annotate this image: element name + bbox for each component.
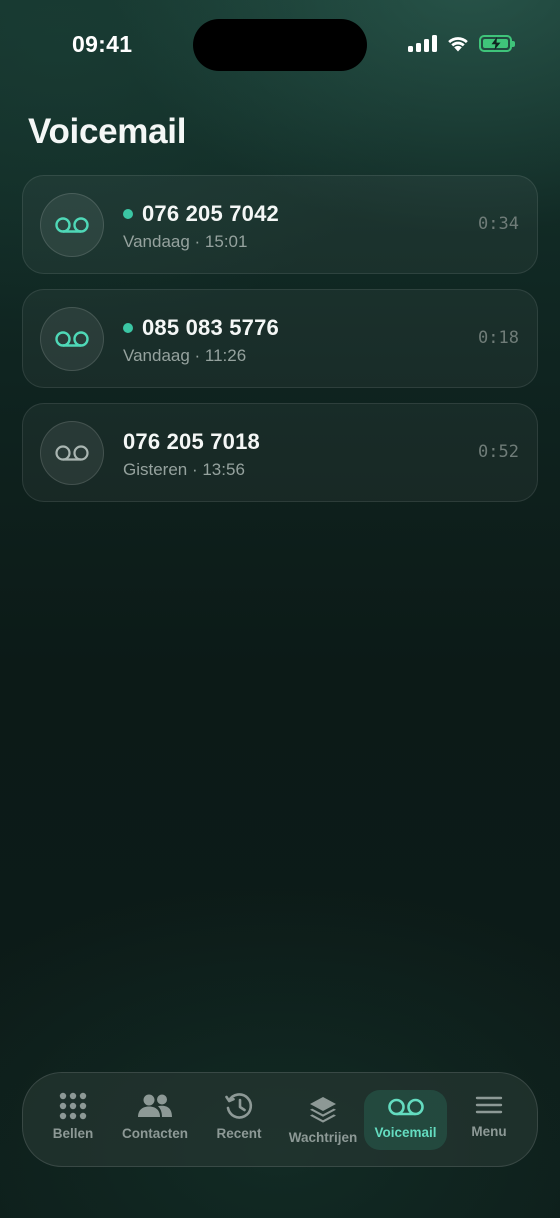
wifi-icon	[448, 37, 468, 52]
history-icon	[225, 1093, 253, 1119]
voicemail-duration: 0:18	[478, 328, 519, 348]
voicemail-avatar	[40, 193, 104, 257]
tab-bar: Bellen Contacten Recent Wachtrijen Voice…	[22, 1072, 538, 1167]
voicemail-duration: 0:52	[478, 442, 519, 462]
voicemail-item[interactable]: 076 205 7018 Gisteren · 13:56 0:52	[22, 403, 538, 502]
tab-label: Bellen	[52, 1126, 94, 1141]
voicemail-timestamp: Vandaag · 15:01	[123, 232, 248, 251]
battery-charging-icon	[479, 34, 515, 52]
cellular-signal-icon	[408, 34, 437, 52]
tab-wachtrijen[interactable]: Wachtrijen	[281, 1090, 365, 1150]
voicemail-item[interactable]: 076 205 7042 Vandaag · 15:01 0:34	[22, 175, 538, 274]
voicemail-list: 076 205 7042 Vandaag · 15:01 0:34 085 08…	[22, 175, 538, 517]
tab-label: Contacten	[121, 1126, 188, 1141]
caller-number: 076 205 7042	[142, 200, 279, 226]
layers-icon	[310, 1097, 336, 1123]
tab-label: Voicemail	[374, 1125, 437, 1140]
tab-label: Wachtrijen	[288, 1130, 358, 1145]
unread-indicator	[123, 322, 133, 333]
voicemail-duration: 0:34	[478, 214, 519, 234]
tab-contacten[interactable]: Contacten	[113, 1090, 197, 1150]
contacts-icon	[138, 1094, 172, 1117]
caller-number: 076 205 7018	[123, 428, 260, 454]
caller-number: 085 083 5776	[142, 314, 279, 340]
unread-indicator	[123, 208, 133, 219]
menu-icon	[475, 1096, 503, 1114]
keypad-icon	[59, 1092, 87, 1120]
voicemail-timestamp: Gisteren · 13:56	[123, 460, 245, 479]
voicemail-icon	[55, 445, 89, 461]
voicemail-icon	[387, 1098, 424, 1116]
tab-label: Recent	[216, 1126, 262, 1141]
voicemail-avatar	[40, 307, 104, 371]
page-title: Voicemail	[28, 112, 187, 151]
status-icons	[408, 34, 515, 52]
voicemail-icon	[55, 331, 89, 347]
voicemail-screen: 09:41 Voicemail 076 205 7042 Vandaag · 1…	[0, 0, 560, 1218]
voicemail-icon	[55, 217, 89, 233]
voicemail-timestamp: Vandaag · 11:26	[123, 346, 247, 365]
voicemail-item[interactable]: 085 083 5776 Vandaag · 11:26 0:18	[22, 289, 538, 388]
tab-voicemail[interactable]: Voicemail	[364, 1090, 447, 1150]
voicemail-avatar	[40, 421, 104, 485]
dynamic-island	[193, 19, 367, 71]
tab-label: Menu	[471, 1124, 507, 1139]
tab-recent[interactable]: Recent	[197, 1090, 281, 1150]
tab-menu[interactable]: Menu	[447, 1090, 531, 1150]
status-time: 09:41	[72, 31, 133, 57]
tab-bellen[interactable]: Bellen	[31, 1090, 115, 1150]
